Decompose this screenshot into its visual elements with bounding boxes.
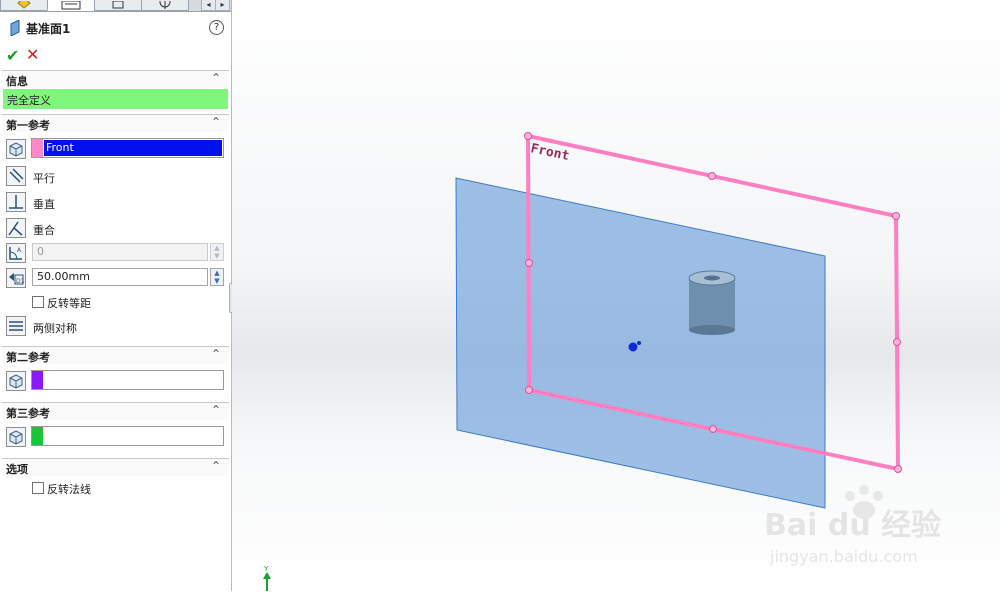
status-message: 完全定义 (7, 94, 51, 107)
reference-entity-icon (6, 371, 26, 391)
cylinder-part[interactable] (688, 270, 736, 335)
section-header-second-reference[interactable]: 第二参考 ⌃ (2, 346, 229, 364)
svg-text:Bai du 经验: Bai du 经验 (764, 508, 941, 543)
collapse-chevron-icon[interactable]: ⌃ (211, 115, 221, 129)
section-label: 第一参考 (6, 119, 50, 132)
angle-spinner[interactable]: ▲ ▼ (210, 243, 224, 261)
offset-distance-input[interactable]: 50.00mm (32, 268, 208, 286)
perpendicular-icon[interactable] (6, 192, 26, 212)
plane-feature-icon (10, 20, 20, 36)
property-manager-panel: ◂ ▸ 基准面1 ? ✔ ✕ 信息 ⌃ 完全定义 第一参考 ⌃ Front 平行… (0, 0, 232, 591)
graphics-area[interactable]: Front Y Bai du 经验 jingyan.baidu.com (232, 0, 1000, 591)
reference-color-swatch (32, 427, 43, 445)
svg-text:jingyan.baidu.com: jingyan.baidu.com (769, 547, 918, 566)
perpendicular-label[interactable]: 垂直 (33, 196, 55, 212)
property-manager-icon (61, 0, 81, 10)
third-reference-selection-box[interactable] (31, 426, 224, 446)
tab-configuration-manager[interactable] (94, 0, 142, 11)
offset-distance-icon[interactable]: D1 (6, 268, 26, 288)
second-reference-selection-box[interactable] (31, 370, 224, 390)
ok-check-icon[interactable]: ✔ (6, 46, 19, 65)
reference-color-swatch (32, 139, 43, 157)
section-label: 第三参考 (6, 407, 50, 420)
section-header-first-reference[interactable]: 第一参考 ⌃ (2, 114, 229, 132)
second-reference-item[interactable] (44, 372, 222, 388)
tab-property-manager[interactable] (47, 0, 95, 11)
collapse-chevron-icon[interactable]: ⌃ (211, 403, 221, 417)
svg-text:Y: Y (263, 565, 269, 573)
configuration-icon (112, 0, 124, 9)
reference-color-swatch (32, 371, 43, 389)
section-header-options[interactable]: 选项 ⌃ (2, 458, 229, 476)
feature-tree-icon (17, 0, 31, 9)
first-reference-selection-box[interactable]: Front (31, 138, 224, 158)
collapse-chevron-icon[interactable]: ⌃ (211, 347, 221, 361)
collapse-chevron-icon[interactable]: ⌃ (211, 459, 221, 473)
status-message-bar: 完全定义 (3, 89, 228, 109)
tab-scroll-left-icon[interactable]: ◂ (201, 0, 216, 11)
tab-dimxpert-manager[interactable] (141, 0, 189, 11)
feature-title: 基准面1 (26, 22, 71, 36)
section-label: 选项 (6, 463, 28, 476)
tab-feature-manager[interactable] (0, 0, 48, 11)
parallel-label[interactable]: 平行 (33, 170, 55, 186)
coordinate-triad-icon: Y (263, 565, 271, 591)
flip-offset-label[interactable]: 反转等距 (47, 295, 91, 311)
mid-plane-label[interactable]: 两侧对称 (33, 320, 77, 336)
section-label: 第二参考 (6, 351, 50, 364)
collapse-chevron-icon[interactable]: ⌃ (211, 71, 221, 85)
mid-plane-icon[interactable] (6, 316, 26, 336)
svg-text:A: A (17, 247, 22, 254)
model-view[interactable]: Front Y Bai du 经验 jingyan.baidu.com (232, 0, 1000, 591)
section-label: 信息 (6, 75, 28, 88)
section-header-info[interactable]: 信息 ⌃ (2, 70, 229, 88)
third-reference-item[interactable] (44, 428, 222, 444)
cancel-x-icon[interactable]: ✕ (26, 45, 39, 64)
first-reference-item[interactable]: Front (44, 140, 222, 156)
reference-entity-icon (6, 139, 26, 159)
help-icon[interactable]: ? (209, 20, 224, 35)
dimxpert-icon (159, 0, 171, 9)
flip-offset-checkbox[interactable] (32, 296, 44, 308)
tab-scroll-right-icon[interactable]: ▸ (215, 0, 230, 11)
coincident-label[interactable]: 重合 (33, 222, 55, 238)
coincident-icon[interactable] (6, 218, 26, 238)
flip-normal-checkbox[interactable] (32, 482, 44, 494)
offset-distance-spinner[interactable]: ▲ ▼ (210, 268, 224, 286)
manager-tab-bar: ◂ ▸ (0, 0, 231, 12)
section-header-third-reference[interactable]: 第三参考 ⌃ (2, 402, 229, 420)
feature-title-row: 基准面1 ? (0, 18, 231, 38)
angle-icon[interactable]: A (6, 243, 26, 263)
reference-entity-icon (6, 427, 26, 447)
flip-normal-label[interactable]: 反转法线 (47, 481, 91, 497)
svg-text:D1: D1 (16, 278, 25, 285)
angle-input[interactable]: 0 (32, 243, 208, 261)
parallel-icon[interactable] (6, 166, 26, 186)
